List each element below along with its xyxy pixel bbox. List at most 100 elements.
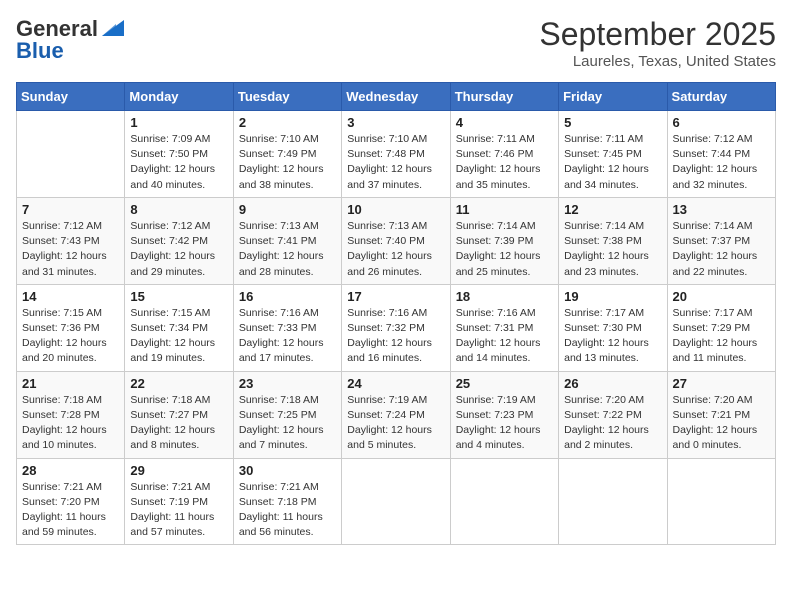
- day-info: Sunrise: 7:21 AM Sunset: 7:19 PM Dayligh…: [130, 480, 227, 541]
- day-info: Sunrise: 7:14 AM Sunset: 7:38 PM Dayligh…: [564, 219, 661, 280]
- calendar-cell: 1 Sunrise: 7:09 AM Sunset: 7:50 PM Daylig…: [125, 111, 233, 198]
- day-number: 26: [564, 376, 661, 391]
- day-info: Sunrise: 7:11 AM Sunset: 7:45 PM Dayligh…: [564, 132, 661, 193]
- calendar-cell: 27 Sunrise: 7:20 AM Sunset: 7:21 PM Dayli…: [667, 371, 775, 458]
- calendar-cell: 12 Sunrise: 7:14 AM Sunset: 7:38 PM Dayli…: [559, 197, 667, 284]
- day-info: Sunrise: 7:11 AM Sunset: 7:46 PM Dayligh…: [456, 132, 553, 193]
- calendar-cell: 3 Sunrise: 7:10 AM Sunset: 7:48 PM Daylig…: [342, 111, 450, 198]
- logo: General Blue: [16, 16, 124, 64]
- calendar-cell: 2Sunrise: 7:10 AM Sunset: 7:49 PM Daylig…: [233, 111, 341, 198]
- day-number: 12: [564, 202, 661, 217]
- header-row: SundayMondayTuesdayWednesdayThursdayFrid…: [17, 83, 776, 111]
- day-number: 29: [130, 463, 227, 478]
- day-info: Sunrise: 7:19 AM Sunset: 7:23 PM Dayligh…: [456, 393, 553, 454]
- day-info: Sunrise: 7:20 AM Sunset: 7:21 PM Dayligh…: [673, 393, 770, 454]
- week-row-5: 28Sunrise: 7:21 AM Sunset: 7:20 PM Dayli…: [17, 458, 776, 545]
- day-info: Sunrise: 7:16 AM Sunset: 7:32 PM Dayligh…: [347, 306, 444, 367]
- day-number: 17: [347, 289, 444, 304]
- day-number: 11: [456, 202, 553, 217]
- day-info: Sunrise: 7:15 AM Sunset: 7:36 PM Dayligh…: [22, 306, 119, 367]
- day-number: 7: [22, 202, 119, 217]
- col-header-monday: Monday: [125, 83, 233, 111]
- calendar-cell: 24Sunrise: 7:19 AM Sunset: 7:24 PM Dayli…: [342, 371, 450, 458]
- day-number: 25: [456, 376, 553, 391]
- calendar-cell: 20 Sunrise: 7:17 AM Sunset: 7:29 PM Dayli…: [667, 284, 775, 371]
- calendar-cell: [17, 111, 125, 198]
- calendar-cell: 5 Sunrise: 7:11 AM Sunset: 7:45 PM Daylig…: [559, 111, 667, 198]
- day-number: 1: [130, 115, 227, 130]
- calendar-cell: 29 Sunrise: 7:21 AM Sunset: 7:19 PM Dayli…: [125, 458, 233, 545]
- calendar-cell: 23Sunrise: 7:18 AM Sunset: 7:25 PM Dayli…: [233, 371, 341, 458]
- day-info: Sunrise: 7:21 AM Sunset: 7:18 PM Dayligh…: [239, 480, 336, 541]
- day-number: 5: [564, 115, 661, 130]
- calendar-cell: 14 Sunrise: 7:15 AM Sunset: 7:36 PM Dayli…: [17, 284, 125, 371]
- day-info: Sunrise: 7:15 AM Sunset: 7:34 PM Dayligh…: [130, 306, 227, 367]
- day-info: Sunrise: 7:16 AM Sunset: 7:31 PM Dayligh…: [456, 306, 553, 367]
- col-header-wednesday: Wednesday: [342, 83, 450, 111]
- calendar-cell: 13 Sunrise: 7:14 AM Sunset: 7:37 PM Dayli…: [667, 197, 775, 284]
- day-info: Sunrise: 7:18 AM Sunset: 7:27 PM Dayligh…: [130, 393, 227, 454]
- calendar-cell: 16 Sunrise: 7:16 AM Sunset: 7:33 PM Dayli…: [233, 284, 341, 371]
- day-number: 24: [347, 376, 444, 391]
- day-info: Sunrise: 7:12 AM Sunset: 7:43 PM Dayligh…: [22, 219, 119, 280]
- calendar-cell: 25 Sunrise: 7:19 AM Sunset: 7:23 PM Dayli…: [450, 371, 558, 458]
- calendar-cell: [559, 458, 667, 545]
- calendar-cell: [342, 458, 450, 545]
- location-title: Laureles, Texas, United States: [539, 53, 776, 70]
- calendar-cell: 28Sunrise: 7:21 AM Sunset: 7:20 PM Dayli…: [17, 458, 125, 545]
- logo-icon: [102, 20, 124, 36]
- day-info: Sunrise: 7:10 AM Sunset: 7:48 PM Dayligh…: [347, 132, 444, 193]
- calendar-cell: 4 Sunrise: 7:11 AM Sunset: 7:46 PM Daylig…: [450, 111, 558, 198]
- calendar-cell: [667, 458, 775, 545]
- day-number: 9: [239, 202, 336, 217]
- day-number: 14: [22, 289, 119, 304]
- day-info: Sunrise: 7:18 AM Sunset: 7:28 PM Dayligh…: [22, 393, 119, 454]
- calendar-cell: 22 Sunrise: 7:18 AM Sunset: 7:27 PM Dayli…: [125, 371, 233, 458]
- calendar-cell: 30 Sunrise: 7:21 AM Sunset: 7:18 PM Dayli…: [233, 458, 341, 545]
- calendar-table: SundayMondayTuesdayWednesdayThursdayFrid…: [16, 82, 776, 545]
- day-number: 22: [130, 376, 227, 391]
- week-row-3: 14 Sunrise: 7:15 AM Sunset: 7:36 PM Dayli…: [17, 284, 776, 371]
- calendar-cell: 26 Sunrise: 7:20 AM Sunset: 7:22 PM Dayli…: [559, 371, 667, 458]
- day-number: 3: [347, 115, 444, 130]
- day-info: Sunrise: 7:21 AM Sunset: 7:20 PM Dayligh…: [22, 480, 119, 541]
- day-number: 13: [673, 202, 770, 217]
- day-info: Sunrise: 7:12 AM Sunset: 7:44 PM Dayligh…: [673, 132, 770, 193]
- day-info: Sunrise: 7:14 AM Sunset: 7:39 PM Dayligh…: [456, 219, 553, 280]
- day-number: 27: [673, 376, 770, 391]
- day-number: 21: [22, 376, 119, 391]
- day-info: Sunrise: 7:12 AM Sunset: 7:42 PM Dayligh…: [130, 219, 227, 280]
- day-number: 4: [456, 115, 553, 130]
- col-header-thursday: Thursday: [450, 83, 558, 111]
- calendar-cell: 11 Sunrise: 7:14 AM Sunset: 7:39 PM Dayli…: [450, 197, 558, 284]
- day-info: Sunrise: 7:17 AM Sunset: 7:30 PM Dayligh…: [564, 306, 661, 367]
- day-number: 19: [564, 289, 661, 304]
- day-info: Sunrise: 7:17 AM Sunset: 7:29 PM Dayligh…: [673, 306, 770, 367]
- calendar-cell: 18 Sunrise: 7:16 AM Sunset: 7:31 PM Dayli…: [450, 284, 558, 371]
- day-info: Sunrise: 7:20 AM Sunset: 7:22 PM Dayligh…: [564, 393, 661, 454]
- day-number: 20: [673, 289, 770, 304]
- day-info: Sunrise: 7:13 AM Sunset: 7:41 PM Dayligh…: [239, 219, 336, 280]
- day-info: Sunrise: 7:16 AM Sunset: 7:33 PM Dayligh…: [239, 306, 336, 367]
- col-header-friday: Friday: [559, 83, 667, 111]
- day-number: 8: [130, 202, 227, 217]
- day-number: 16: [239, 289, 336, 304]
- col-header-saturday: Saturday: [667, 83, 775, 111]
- title-block: September 2025 Laureles, Texas, United S…: [539, 16, 776, 70]
- calendar-cell: 6Sunrise: 7:12 AM Sunset: 7:44 PM Daylig…: [667, 111, 775, 198]
- calendar-cell: 7 Sunrise: 7:12 AM Sunset: 7:43 PM Daylig…: [17, 197, 125, 284]
- day-info: Sunrise: 7:13 AM Sunset: 7:40 PM Dayligh…: [347, 219, 444, 280]
- day-info: Sunrise: 7:09 AM Sunset: 7:50 PM Dayligh…: [130, 132, 227, 193]
- day-number: 15: [130, 289, 227, 304]
- day-number: 30: [239, 463, 336, 478]
- calendar-cell: 8 Sunrise: 7:12 AM Sunset: 7:42 PM Daylig…: [125, 197, 233, 284]
- page-header: General Blue September 2025 Laureles, Te…: [16, 16, 776, 70]
- calendar-cell: [450, 458, 558, 545]
- week-row-4: 21 Sunrise: 7:18 AM Sunset: 7:28 PM Dayli…: [17, 371, 776, 458]
- day-number: 18: [456, 289, 553, 304]
- logo-blue: Blue: [16, 38, 64, 64]
- col-header-tuesday: Tuesday: [233, 83, 341, 111]
- calendar-cell: 19 Sunrise: 7:17 AM Sunset: 7:30 PM Dayli…: [559, 284, 667, 371]
- day-info: Sunrise: 7:14 AM Sunset: 7:37 PM Dayligh…: [673, 219, 770, 280]
- week-row-1: 1 Sunrise: 7:09 AM Sunset: 7:50 PM Daylig…: [17, 111, 776, 198]
